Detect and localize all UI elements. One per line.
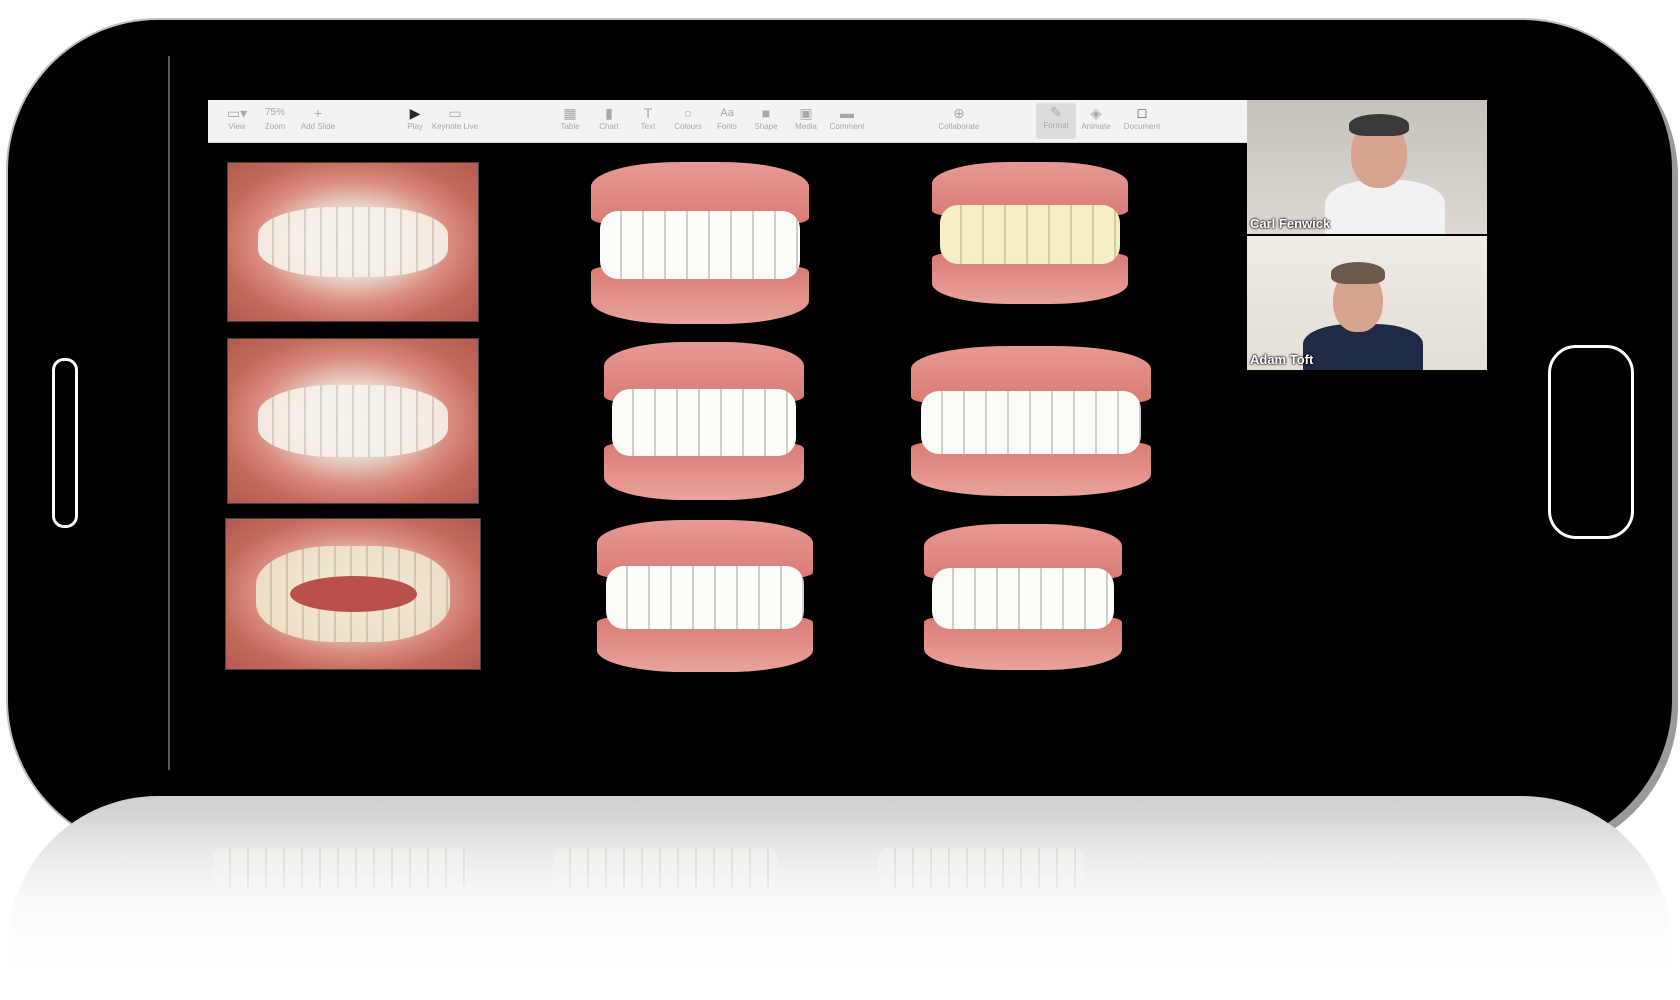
denture-teeth xyxy=(940,204,1120,265)
intraoral-photo-lower xyxy=(225,518,481,670)
denture-teeth xyxy=(932,567,1114,630)
participant-2-name: Adam Toft xyxy=(1250,352,1314,367)
tongue xyxy=(289,576,417,612)
toolbar-add-slide-button[interactable]: + Add Slide xyxy=(293,104,343,132)
toolbar-document-button[interactable]: □ Document xyxy=(1114,104,1170,132)
participant-1-hair xyxy=(1349,114,1409,136)
video-tile-participant-2[interactable]: Adam Toft xyxy=(1247,236,1487,370)
plus-icon: + xyxy=(313,105,323,121)
toolbar-format-button[interactable]: ✎ Format xyxy=(1036,103,1076,139)
denture-teeth xyxy=(606,565,804,630)
video-tile-participant-1[interactable]: Carl Fenwick xyxy=(1247,100,1487,234)
denture-photo-mid-2 xyxy=(600,342,808,500)
document-icon: □ xyxy=(1137,105,1147,121)
denture-photo-right-1 xyxy=(928,162,1132,304)
presentation-screen: ▭▾ View 75% Zoom + Add Slide ▶ Play ▭ Ke… xyxy=(208,100,1508,750)
denture-photo-mid-3 xyxy=(593,520,817,672)
collaborate-icon: ⊕ xyxy=(953,105,965,121)
participant-1-name: Carl Fenwick xyxy=(1250,216,1331,231)
keynote-toolbar: ▭▾ View 75% Zoom + Add Slide ▶ Play ▭ Ke… xyxy=(208,100,1247,143)
denture-photo-mid-1 xyxy=(586,162,814,324)
toolbar-collaborate-button[interactable]: ⊕ Collaborate xyxy=(928,104,990,132)
animate-icon: ◈ xyxy=(1090,105,1102,121)
keynote-live-icon: ▭ xyxy=(448,105,462,121)
denture-teeth xyxy=(599,210,801,279)
toolbar-animate-button[interactable]: ◈ Animate xyxy=(1075,104,1117,132)
phone-bezel-line xyxy=(168,56,170,770)
reflection-fade xyxy=(8,796,1672,1000)
phone-reflection xyxy=(8,796,1672,1000)
format-icon: ✎ xyxy=(1050,104,1062,120)
participant-1-shirt xyxy=(1325,180,1445,234)
denture-teeth xyxy=(921,391,1141,454)
intraoral-photo-lateral xyxy=(227,338,479,504)
lateral-teeth xyxy=(258,384,448,458)
phone-frame: ▭▾ View 75% Zoom + Add Slide ▶ Play ▭ Ke… xyxy=(8,20,1672,850)
denture-teeth xyxy=(612,389,796,456)
toolbar-keynote-live-button[interactable]: ▭ Keynote Live xyxy=(430,104,480,132)
phone-home-button[interactable] xyxy=(1548,345,1634,539)
phone-side-button xyxy=(52,358,78,528)
participant-2-hair xyxy=(1331,262,1385,284)
toolbar-comment-button[interactable]: ▬ Comment xyxy=(822,104,872,132)
intraoral-photo-upper xyxy=(227,162,479,322)
upper-arch-teeth xyxy=(258,207,448,277)
comment-icon: ▬ xyxy=(840,105,854,121)
denture-photo-right-2 xyxy=(906,346,1156,496)
denture-photo-right-3 xyxy=(920,524,1126,670)
